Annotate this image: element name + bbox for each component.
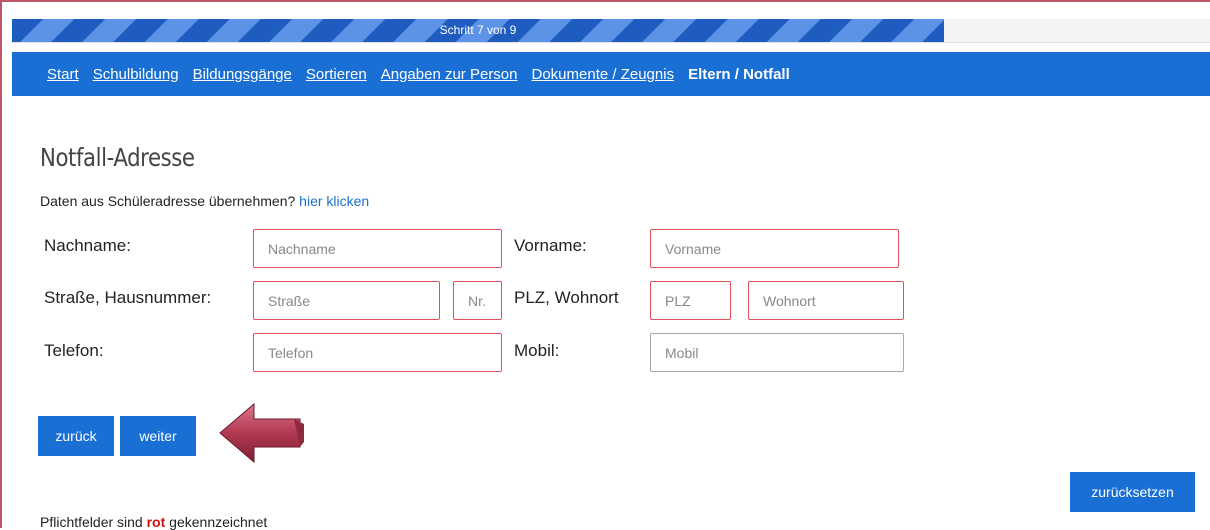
plz-wohnort-label: PLZ, Wohnort — [514, 288, 619, 307]
reset-button[interactable]: zurücksetzen — [1070, 472, 1195, 512]
progress-label: Schritt 7 von 9 — [439, 23, 517, 37]
nav-item-angaben-zur-person[interactable]: Angaben zur Person — [381, 66, 518, 83]
telefon-label: Telefon: — [44, 341, 104, 360]
window-border-left — [0, 0, 2, 528]
hausnummer-input[interactable] — [453, 281, 502, 320]
arrow-left-icon — [219, 402, 304, 464]
plz-input[interactable] — [650, 281, 731, 320]
nav-item-start[interactable]: Start — [47, 66, 79, 83]
nav-item-eltern-notfall: Eltern / Notfall — [688, 65, 790, 83]
back-button[interactable]: zurück — [38, 416, 114, 456]
nav-item-schulbildung[interactable]: Schulbildung — [93, 66, 179, 83]
page-title: Notfall-Adresse — [40, 143, 195, 172]
nav-item-bildungsgaenge[interactable]: Bildungsgänge — [193, 66, 292, 83]
copy-address-link[interactable]: hier klicken — [299, 193, 369, 209]
copy-address-text: Daten aus Schüleradresse übernehmen? — [40, 193, 296, 209]
telefon-input[interactable] — [253, 333, 502, 372]
progress-bar: Schritt 7 von 9 — [12, 19, 1210, 43]
mobil-label: Mobil: — [514, 341, 560, 360]
strasse-hausnummer-label: Straße, Hausnummer: — [44, 288, 212, 307]
vorname-input[interactable] — [650, 229, 899, 268]
nav-item-dokumente-zeugnis[interactable]: Dokumente / Zeugnis — [532, 66, 675, 83]
vorname-label: Vorname: — [514, 236, 587, 255]
wizard-nav: Start Schulbildung Bildungsgänge Sortier… — [12, 52, 1210, 96]
mobil-input[interactable] — [650, 333, 904, 372]
nachname-input[interactable] — [253, 229, 502, 268]
nav-item-sortieren[interactable]: Sortieren — [306, 66, 367, 83]
next-button[interactable]: weiter — [120, 416, 196, 456]
wohnort-input[interactable] — [748, 281, 904, 320]
copy-address-hint: Daten aus Schüleradresse übernehmen? hie… — [40, 193, 369, 209]
nachname-label: Nachname: — [44, 236, 131, 255]
window-border-top — [0, 0, 1210, 2]
strasse-input[interactable] — [253, 281, 440, 320]
